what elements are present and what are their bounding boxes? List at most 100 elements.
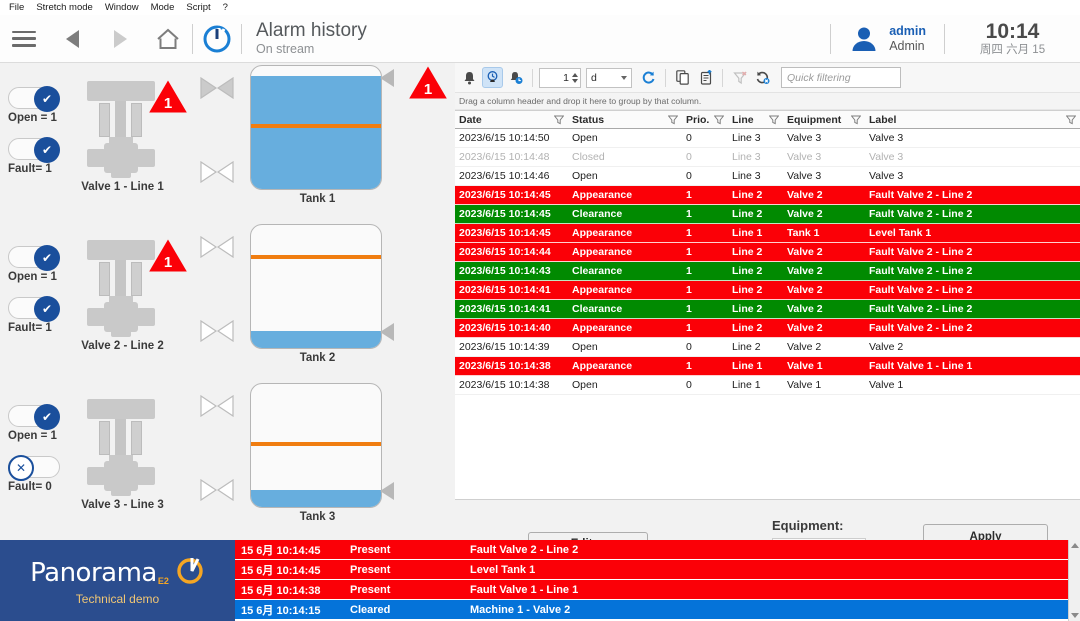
cell-equipment: Valve 2	[783, 265, 865, 277]
tank-vessel[interactable]	[250, 65, 382, 190]
period-unit-select[interactable]: d	[586, 68, 632, 88]
check-icon: ✔	[34, 245, 60, 271]
table-row[interactable]: 2023/6/15 10:14:38 Open 0 Line 1 Valve 1…	[455, 376, 1080, 395]
header-divider-3	[830, 24, 831, 54]
column-header-line[interactable]: Line	[728, 111, 783, 128]
table-row[interactable]: 2023/6/15 10:14:41 Clearance 1 Line 2 Va…	[455, 300, 1080, 319]
fault-toggle[interactable]: ✔	[8, 138, 60, 160]
ticker-row[interactable]: 15 6月 10:14:45 Present Fault Valve 2 - L…	[235, 540, 1080, 560]
table-row[interactable]: 2023/6/15 10:14:45 Clearance 1 Line 2 Va…	[455, 205, 1080, 224]
clock-time: 10:14	[945, 20, 1080, 43]
tank-group: Tank 1 1 Tank 2 Tank 3	[250, 63, 455, 540]
column-header-equipment[interactable]: Equipment	[783, 111, 865, 128]
valve-graphic[interactable]	[85, 240, 157, 336]
panorama-logo-icon[interactable]	[193, 15, 241, 63]
back-arrow-icon[interactable]	[48, 15, 96, 63]
cell-equipment: Valve 3	[783, 132, 865, 144]
ticker-label: Machine 1 - Valve 2	[470, 604, 1080, 616]
cell-date: 2023/6/15 10:14:43	[455, 265, 568, 277]
menu-item-5[interactable]: ?	[217, 2, 234, 13]
brand-tagline: Technical demo	[76, 592, 159, 606]
column-header-prio[interactable]: Prio.	[682, 111, 728, 128]
valve-graphic[interactable]	[85, 81, 157, 177]
menu-item-0[interactable]: File	[3, 2, 30, 13]
ticker-row[interactable]: 15 6月 10:14:45 Present Level Tank 1	[235, 560, 1080, 580]
valve-alarm-badge[interactable]: 1	[148, 238, 188, 274]
alarm-toolbar: 1 d	[455, 63, 1080, 93]
filter-funnel-icon[interactable]	[851, 115, 861, 125]
check-icon: ✔	[34, 86, 60, 112]
table-row[interactable]: 2023/6/15 10:14:48 Closed 0 Line 3 Valve…	[455, 148, 1080, 167]
table-row[interactable]: 2023/6/15 10:14:46 Open 0 Line 3 Valve 3…	[455, 167, 1080, 186]
cell-equipment: Valve 2	[783, 284, 865, 296]
open-toggle[interactable]: ✔	[8, 246, 60, 268]
open-toggle[interactable]: ✔	[8, 87, 60, 109]
table-row[interactable]: 2023/6/15 10:14:40 Appearance 1 Line 2 V…	[455, 319, 1080, 338]
table-row[interactable]: 2023/6/15 10:14:44 Appearance 1 Line 2 V…	[455, 243, 1080, 262]
bell-clock-icon[interactable]	[505, 67, 526, 88]
valve-graphic[interactable]	[85, 399, 157, 495]
cell-line: Line 2	[728, 265, 783, 277]
bell-icon[interactable]	[459, 67, 480, 88]
table-row[interactable]: 2023/6/15 10:14:50 Open 0 Line 3 Valve 3…	[455, 129, 1080, 148]
table-row[interactable]: 2023/6/15 10:14:43 Clearance 1 Line 2 Va…	[455, 262, 1080, 281]
menu-item-3[interactable]: Mode	[145, 2, 181, 13]
scroll-up-icon[interactable]	[1071, 543, 1079, 548]
menu-item-2[interactable]: Window	[99, 2, 145, 13]
table-row[interactable]: 2023/6/15 10:14:39 Open 0 Line 2 Valve 2…	[455, 338, 1080, 357]
fault-toggle[interactable]: ✕	[8, 456, 60, 478]
home-icon[interactable]	[144, 15, 192, 63]
open-toggle[interactable]: ✔	[8, 405, 60, 427]
period-spinner[interactable]: 1	[539, 68, 581, 88]
hamburger-icon[interactable]	[0, 15, 48, 63]
tank-vessel[interactable]	[250, 224, 382, 349]
cell-equipment: Valve 2	[783, 341, 865, 353]
table-row[interactable]: 2023/6/15 10:14:41 Appearance 1 Line 2 V…	[455, 281, 1080, 300]
table-row[interactable]: 2023/6/15 10:14:38 Appearance 1 Line 1 V…	[455, 357, 1080, 376]
cell-line: Line 3	[728, 170, 783, 182]
cell-equipment: Valve 2	[783, 303, 865, 315]
copy-icon[interactable]	[672, 67, 693, 88]
cell-label: Fault Valve 2 - Line 2	[865, 322, 1080, 334]
column-header-status[interactable]: Status	[568, 111, 682, 128]
clear-filter-icon[interactable]	[729, 67, 750, 88]
ticker-row[interactable]: 15 6月 10:14:38 Present Fault Valve 1 - L…	[235, 580, 1080, 600]
table-row[interactable]: 2023/6/15 10:14:45 Appearance 1 Line 1 T…	[455, 224, 1080, 243]
cell-status: Appearance	[568, 227, 682, 239]
bell-history-icon[interactable]	[482, 67, 503, 88]
filter-funnel-icon[interactable]	[1066, 115, 1076, 125]
table-row[interactable]: 2023/6/15 10:14:45 Appearance 1 Line 2 V…	[455, 186, 1080, 205]
ticker-row[interactable]: 15 6月 10:14:15 Cleared Machine 1 - Valve…	[235, 600, 1080, 620]
filter-funnel-icon[interactable]	[769, 115, 779, 125]
column-header-label[interactable]: Label	[865, 111, 1080, 128]
filter-funnel-icon[interactable]	[714, 115, 724, 125]
filter-funnel-icon[interactable]	[668, 115, 678, 125]
cell-label: Valve 3	[865, 132, 1080, 144]
cell-prio: 0	[682, 379, 728, 391]
filter-funnel-icon[interactable]	[554, 115, 564, 125]
user-name: admin	[889, 24, 926, 38]
user-block[interactable]: admin Admin	[849, 24, 926, 54]
tank-alarm-badge[interactable]: 1	[408, 65, 448, 101]
cell-prio: 1	[682, 189, 728, 201]
forward-arrow-icon[interactable]	[96, 15, 144, 63]
cell-date: 2023/6/15 10:14:40	[455, 322, 568, 334]
cell-prio: 1	[682, 208, 728, 220]
group-by-hint[interactable]: Drag a column header and drop it here to…	[455, 93, 1080, 110]
export-icon[interactable]	[695, 67, 716, 88]
valve-alarm-badge[interactable]: 1	[148, 79, 188, 115]
quick-filter-input[interactable]: Quick filtering	[781, 67, 901, 88]
reset-icon[interactable]	[752, 67, 773, 88]
column-header-date[interactable]: Date	[455, 111, 568, 128]
refresh-icon[interactable]	[638, 67, 659, 88]
tank-vessel[interactable]	[250, 383, 382, 508]
equipment-label: Equipment:	[772, 518, 844, 533]
cell-date: 2023/6/15 10:14:45	[455, 227, 568, 239]
menu-item-1[interactable]: Stretch mode	[30, 2, 99, 13]
tank-threshold-line	[251, 442, 381, 446]
menu-item-4[interactable]: Script	[180, 2, 216, 13]
ticker-scrollbar[interactable]	[1068, 540, 1080, 621]
scroll-down-icon[interactable]	[1071, 613, 1079, 618]
fault-toggle[interactable]: ✔	[8, 297, 60, 319]
ticker-status: Present	[350, 564, 470, 576]
